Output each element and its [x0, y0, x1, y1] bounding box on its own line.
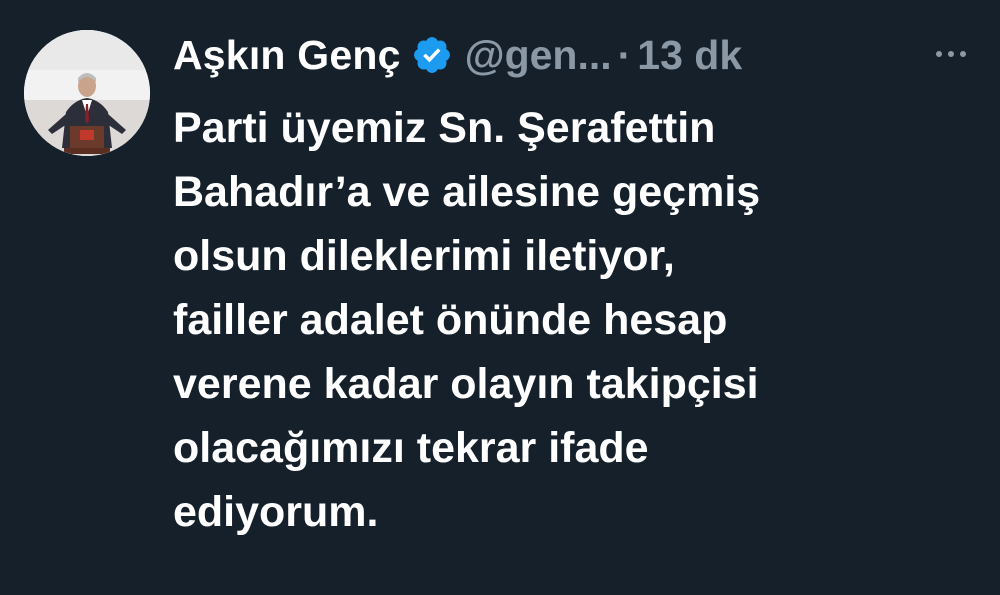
tweet-text-line: failler adalet önünde hesap [173, 296, 728, 344]
more-dot [960, 51, 966, 57]
more-dot [948, 51, 954, 57]
separator-dot: · [617, 31, 632, 78]
tweet-text-line: verene kadar olayın takipçisi [173, 360, 759, 408]
author-name[interactable]: Aşkın Genç [173, 32, 401, 79]
tweet-text-line: Parti üyemiz Sn. Şerafettin [173, 104, 716, 152]
tweet-timestamp[interactable]: 13 dk [637, 32, 742, 79]
tweet-header: Aşkın Genç @gen... · 13 dk [173, 24, 973, 86]
more-dot [936, 51, 942, 57]
tweet-text: Parti üyemiz Sn. Şerafettin Bahadır’a ve… [173, 96, 963, 544]
person-at-podium-avatar [24, 30, 150, 156]
verified-badge-icon [411, 34, 453, 76]
author-handle[interactable]: @gen... [465, 32, 612, 79]
tweet-text-line: olsun dileklerimi iletiyor, [173, 232, 675, 280]
author-avatar[interactable] [24, 30, 150, 156]
tweet-text-line: ediyorum. [173, 488, 379, 536]
more-options-icon[interactable] [927, 36, 975, 72]
tweet-text-line: Bahadır’a ve ailesine geçmiş [173, 168, 761, 216]
tweet-card[interactable]: Aşkın Genç @gen... · 13 dk Parti üyemiz … [0, 0, 1000, 595]
tweet-text-line: olacağımızı tekrar ifade [173, 424, 649, 472]
